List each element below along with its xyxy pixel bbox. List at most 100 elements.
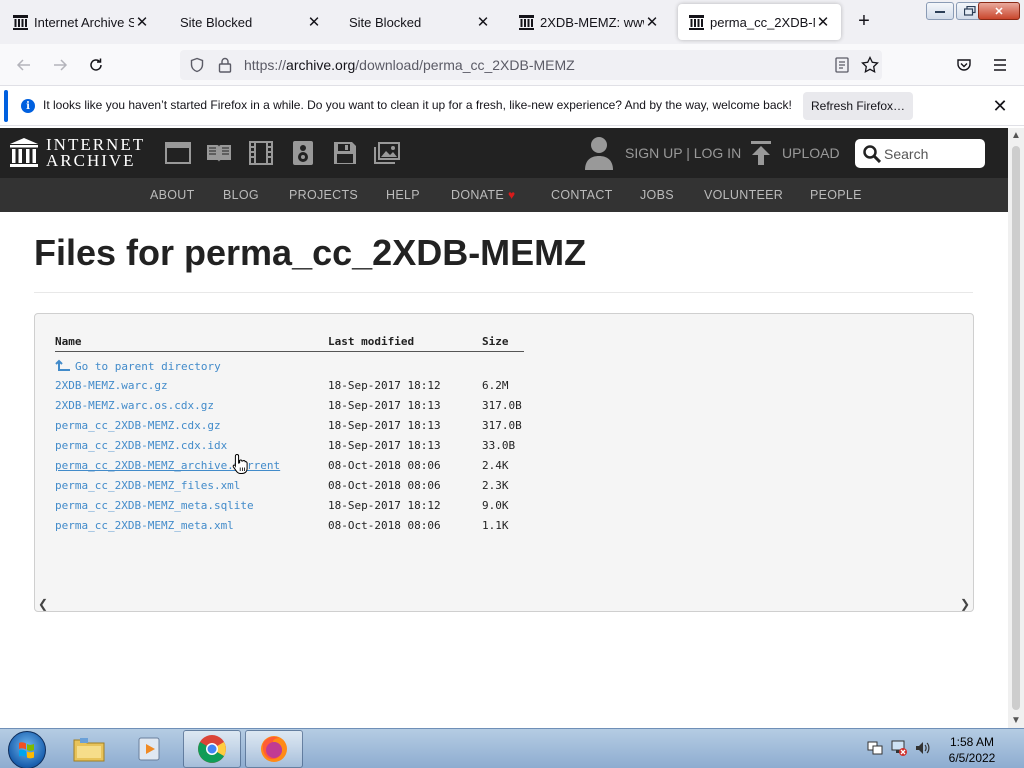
taskbar-firefox[interactable]	[245, 730, 303, 768]
file-size: 317.0B	[482, 398, 522, 412]
heart-icon: ♥	[507, 188, 516, 202]
nav-donate[interactable]: DONATE ♥	[451, 188, 515, 202]
notification-bar: i It looks like you haven’t started Fire…	[0, 86, 1024, 126]
ia-search-box[interactable]	[855, 139, 985, 168]
column-header-modified: Last modified	[328, 335, 482, 352]
shield-icon[interactable]	[188, 56, 206, 74]
close-icon[interactable]: ✕	[990, 96, 1010, 116]
forward-icon[interactable]	[47, 52, 73, 78]
nav-people[interactable]: PEOPLE	[810, 188, 862, 202]
clock-date: 6/5/2022	[948, 751, 996, 765]
close-icon[interactable]: ✕	[644, 14, 660, 31]
taskbar-explorer[interactable]	[60, 730, 118, 768]
start-button[interactable]	[8, 731, 46, 768]
texts-icon[interactable]	[206, 140, 232, 166]
action-center-icon[interactable]	[866, 739, 884, 757]
file-name-cell: perma_cc_2XDB-MEMZ_archive.torrent	[55, 455, 328, 475]
file-link[interactable]: perma_cc_2XDB-MEMZ_meta.sqlite	[55, 499, 254, 512]
file-size: 317.0B	[482, 418, 522, 432]
file-size: 1.1K	[482, 518, 509, 532]
table-row: perma_cc_2XDB-MEMZ.cdx.gz 18-Sep-2017 18…	[55, 415, 524, 435]
file-link[interactable]: 2XDB-MEMZ.warc.gz	[55, 379, 168, 392]
reader-icon[interactable]	[833, 56, 851, 74]
url-text: https://archive.org/download/perma_cc_2X…	[244, 57, 575, 73]
vertical-scrollbar[interactable]: ▲ ▼	[1008, 128, 1024, 728]
nav-help[interactable]: HELP	[386, 188, 420, 202]
upload-icon[interactable]	[750, 140, 772, 166]
file-size: 9.0K	[482, 498, 509, 512]
minimize-button[interactable]	[926, 2, 954, 20]
windows-taskbar: 1:58 AM 6/5/2022	[0, 728, 1024, 768]
nav-donate-label: DONATE	[451, 188, 504, 202]
close-icon[interactable]: ✕	[815, 14, 831, 31]
lock-icon[interactable]	[216, 56, 234, 74]
notification-accent	[4, 90, 8, 122]
tab-site-blocked-1[interactable]: Site Blocked ✕	[170, 4, 332, 40]
tab-site-blocked-2[interactable]: Site Blocked ✕	[339, 4, 501, 40]
search-icon[interactable]	[863, 144, 881, 163]
ia-logo[interactable]: INTERNET ARCHIVE	[10, 136, 145, 169]
pocket-icon[interactable]	[951, 52, 977, 78]
url-host: archive.org	[286, 57, 356, 73]
nav-blog[interactable]: BLOG	[223, 188, 259, 202]
file-link[interactable]: perma_cc_2XDB-MEMZ.cdx.idx	[55, 439, 227, 452]
bookmark-star-icon[interactable]	[861, 56, 879, 74]
audio-icon[interactable]	[290, 140, 316, 166]
back-icon[interactable]	[11, 52, 37, 78]
tab-strip: Internet Archive Search ✕ Site Blocked ✕…	[0, 0, 1024, 44]
refresh-firefox-button[interactable]: Refresh Firefox…	[803, 92, 913, 120]
tab-perma-cc-active[interactable]: perma_cc_2XDB-MEM ✕	[678, 4, 841, 40]
search-input[interactable]	[884, 145, 980, 162]
nav-about[interactable]: ABOUT	[150, 188, 195, 202]
user-icon[interactable]	[584, 136, 614, 170]
menu-icon[interactable]	[987, 52, 1013, 78]
scrollbar-thumb[interactable]	[1012, 146, 1020, 710]
scroll-left-icon[interactable]: ❮	[38, 597, 48, 611]
nav-projects[interactable]: PROJECTS	[289, 188, 358, 202]
taskbar-chrome[interactable]	[183, 730, 241, 768]
tab-2xdb-memz[interactable]: 2XDB-MEMZ: www.e ✕	[508, 4, 670, 40]
web-icon[interactable]	[165, 140, 191, 166]
file-link[interactable]: 2XDB-MEMZ.warc.os.cdx.gz	[55, 399, 214, 412]
file-modified: 18-Sep-2017 18:12	[328, 378, 441, 392]
new-tab-icon[interactable]: +	[852, 10, 876, 34]
scroll-down-icon[interactable]: ▼	[1011, 715, 1021, 726]
parent-directory-link[interactable]: Go to parent directory	[55, 359, 221, 373]
tab-title: Site Blocked	[349, 14, 422, 30]
images-icon[interactable]	[374, 140, 400, 166]
close-icon[interactable]: ✕	[134, 14, 150, 31]
sign-up-log-in-link[interactable]: SIGN UP | LOG IN	[625, 145, 741, 161]
url-bar[interactable]: https://archive.org/download/perma_cc_2X…	[180, 50, 882, 80]
nav-contact[interactable]: CONTACT	[551, 188, 613, 202]
file-modified: 08-Oct-2018 08:06	[328, 478, 441, 492]
parent-arrow-icon	[55, 359, 70, 371]
clock-time: 1:58 AM	[949, 735, 995, 749]
table-row: perma_cc_2XDB-MEMZ_meta.xml 08-Oct-2018 …	[55, 515, 524, 535]
file-link[interactable]: perma_cc_2XDB-MEMZ.cdx.gz	[55, 419, 221, 432]
video-icon[interactable]	[248, 140, 274, 166]
close-icon[interactable]: ✕	[306, 14, 322, 31]
system-clock[interactable]: 1:58 AM 6/5/2022	[940, 734, 1004, 766]
scroll-right-icon[interactable]: ❯	[960, 597, 970, 611]
nav-volunteer[interactable]: VOLUNTEER	[704, 188, 783, 202]
window-close-button[interactable]: ✕	[978, 2, 1020, 20]
close-icon[interactable]: ✕	[475, 14, 491, 31]
nav-jobs[interactable]: JOBS	[640, 188, 674, 202]
software-icon[interactable]	[332, 140, 358, 166]
file-link[interactable]: perma_cc_2XDB-MEMZ_meta.xml	[55, 519, 234, 532]
file-modified: 18-Sep-2017 18:12	[328, 498, 441, 512]
tab-title: Site Blocked	[180, 14, 253, 30]
hand-cursor-icon	[232, 453, 248, 474]
file-link[interactable]: perma_cc_2XDB-MEMZ_files.xml	[55, 479, 240, 492]
volume-icon[interactable]	[914, 739, 932, 757]
tab-internet-archive-search[interactable]: Internet Archive Search ✕	[2, 4, 160, 40]
file-size: 6.2M	[482, 378, 509, 392]
upload-link[interactable]: UPLOAD	[782, 145, 840, 161]
table-row: Go to parent directory	[55, 355, 524, 375]
horizontal-scrollbar[interactable]: ❮ ❯	[35, 595, 973, 611]
reload-icon[interactable]	[83, 52, 109, 78]
table-row: perma_cc_2XDB-MEMZ.cdx.idx 18-Sep-2017 1…	[55, 435, 524, 455]
taskbar-media-player[interactable]	[121, 730, 179, 768]
scroll-up-icon[interactable]: ▲	[1011, 130, 1021, 141]
network-icon[interactable]	[890, 739, 908, 757]
